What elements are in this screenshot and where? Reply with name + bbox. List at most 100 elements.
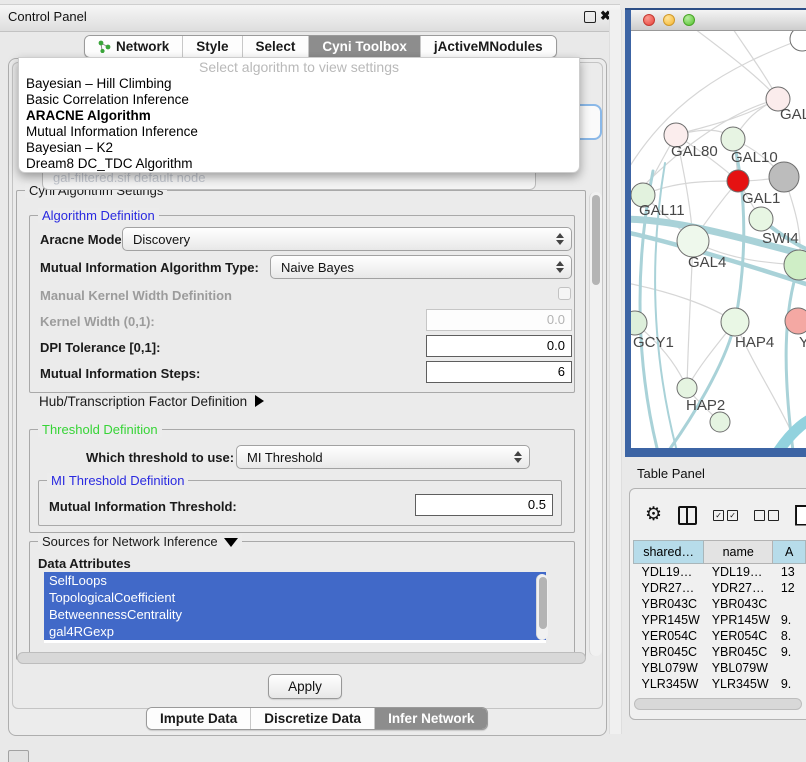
dpi-tolerance-label: DPI Tolerance [0,1]: [40,340,160,355]
network-edge-highlighted[interactable] [733,139,744,322]
unchecked-pair-icon[interactable] [754,510,779,521]
bottom-tab-discretize-data[interactable]: Discretize Data [251,708,375,729]
bottom-tab-label: Discretize Data [264,711,361,726]
kernel-width-field[interactable]: 0.0 [426,309,572,331]
network-node[interactable] [677,378,697,398]
tab-label: Style [196,39,228,54]
network-node[interactable] [721,308,749,336]
table-cell: YBL079W [704,660,773,676]
which-threshold-label: Which threshold to use: [86,450,234,465]
expand-right-icon [255,395,264,407]
settings-horizontal-scrollbar[interactable] [17,652,586,664]
bottom-tab-infer-network[interactable]: Infer Network [375,708,487,729]
close-traffic-light-icon[interactable] [643,14,655,26]
network-node[interactable] [677,225,709,257]
attribute-list-scrollbar[interactable] [536,574,548,640]
mi-steps-label: Mutual Information Steps: [40,366,200,381]
which-threshold-combobox[interactable]: MI Threshold [236,445,530,469]
table-cell [773,660,806,676]
sources-title[interactable]: Sources for Network Inference [38,534,242,549]
minimized-panel-icon[interactable] [8,750,29,762]
tab-select[interactable]: Select [243,36,310,57]
table-row[interactable]: YDR27…YDR27…12 [634,580,806,596]
algorithm-option[interactable]: Bayesian – Hill Climbing [19,76,579,92]
data-attribute-item[interactable]: TopologicalCoefficient [44,589,546,606]
apply-button[interactable]: Apply [268,674,342,699]
node-label: GAL1 [742,190,780,207]
network-edge[interactable] [643,181,738,195]
network-edge-highlighted[interactable] [786,265,799,448]
table-row[interactable]: YBR043CYBR043C [634,596,806,612]
hub-definition-expander[interactable]: Hub/Transcription Factor Definition [39,394,264,409]
data-attribute-item[interactable]: SelfLoops [44,572,546,589]
network-edge[interactable] [691,31,778,99]
table-row[interactable]: YDL19…YDL19…13 [634,564,806,581]
table-row[interactable]: YBR045CYBR045C9. [634,644,806,660]
mi-algorithm-type-value: Naive Bayes [281,260,354,275]
node-label: GAL4 [688,254,726,271]
network-node[interactable] [784,250,806,280]
tab-network[interactable]: Network [85,36,183,57]
network-node[interactable] [749,207,773,231]
kernel-width-label: Kernel Width (0,1): [40,314,155,329]
node-label: HAP2 [686,397,725,414]
document-icon[interactable] [795,505,806,526]
table-cell: YDR27… [704,580,773,596]
network-node[interactable] [727,170,749,192]
table-cell: 13 [773,564,806,581]
mi-steps-field[interactable]: 6 [426,361,572,383]
network-node[interactable] [790,31,806,51]
algorithm-option[interactable]: Dream8 DC_TDC Algorithm [19,156,579,172]
control-panel-title: Control Panel [8,9,87,24]
aracne-mode-label: Aracne Mode: [40,232,126,247]
data-attribute-item[interactable]: BetweennessCentrality [44,606,546,623]
tab-style[interactable]: Style [183,36,242,57]
aracne-mode-combobox[interactable]: Discovery [122,227,572,251]
table-row[interactable]: YBL079WYBL079W [634,660,806,676]
mi-threshold-field[interactable]: 0.5 [415,494,553,516]
combo-stepper-icon [556,233,564,245]
algorithm-option[interactable]: Mutual Information Inference [19,124,579,140]
algorithm-option[interactable]: ARACNE Algorithm [19,108,579,124]
bottom-tab-impute-data[interactable]: Impute Data [147,708,251,729]
zoom-traffic-light-icon[interactable] [683,14,695,26]
table-cell: 9. [773,676,806,692]
dpi-tolerance-field[interactable]: 0.0 [426,335,572,357]
minimize-traffic-light-icon[interactable] [663,14,675,26]
network-window-titlebar[interactable] [631,10,806,31]
columns-icon[interactable] [678,506,697,525]
data-attribute-item[interactable]: gal4RGexp [44,623,546,640]
table-row[interactable]: YER054CYER054C8. [634,628,806,644]
network-node[interactable] [785,308,806,334]
float-window-icon[interactable] [584,11,596,23]
node-label: GAL80 [671,143,718,160]
tab-cyni-toolbox[interactable]: Cyni Toolbox [309,36,421,57]
network-node[interactable] [769,162,799,192]
column-header[interactable]: shared… [634,541,704,564]
panel-splitter[interactable] [609,10,622,734]
mi-algorithm-type-label: Mutual Information Algorithm Type: [40,260,259,275]
table-cell: YDL19… [704,564,773,581]
network-canvas[interactable]: GALGAL80GAL10GAL1GAL11SWI4GAL4GCY1HAP4YH… [631,31,806,448]
mi-algorithm-type-combobox[interactable]: Naive Bayes [270,255,572,279]
table-cell: YDL19… [634,564,704,581]
table-cell: YBL079W [634,660,704,676]
table-cell: 8. [773,628,806,644]
algorithm-option[interactable]: Bayesian – K2 [19,140,579,156]
column-header[interactable]: A [773,541,806,564]
algorithm-option[interactable]: Basic Correlation Inference [19,92,579,108]
checked-pair-icon[interactable]: ✓✓ [713,510,738,521]
table-row[interactable]: YLR345WYLR345W9. [634,676,806,692]
column-header[interactable]: name [704,541,773,564]
network-node[interactable] [710,412,730,432]
table-horizontal-scrollbar[interactable] [634,698,802,710]
tab-jactivemnodules[interactable]: jActiveMNodules [421,36,556,57]
table-row[interactable]: YPR145WYPR145W9. [634,612,806,628]
network-node[interactable] [721,127,745,151]
gear-icon[interactable]: ⚙ [645,505,662,525]
table-cell: YER054C [704,628,773,644]
network-edge[interactable] [631,281,735,322]
settings-vertical-scrollbar[interactable] [589,192,602,656]
manual-kernel-width-checkbox[interactable] [558,287,571,300]
node-table[interactable]: shared…nameAYDL19…YDL19…13YDR27…YDR27…12… [633,540,806,692]
